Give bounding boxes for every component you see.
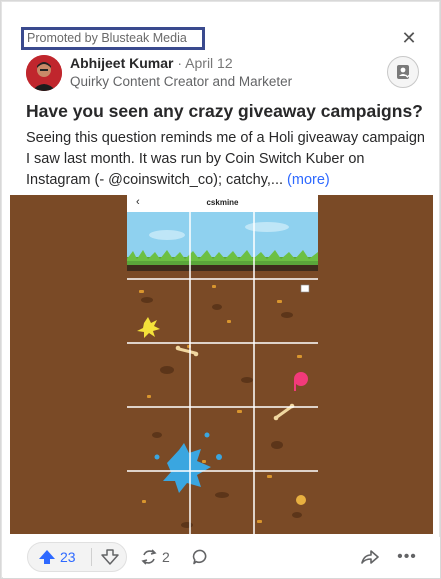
- promoted-by-label: Promoted by Blusteak Media: [21, 27, 205, 50]
- game-board-illustration: [127, 212, 318, 534]
- separator-dot: ·: [177, 55, 183, 71]
- downvote-arrow-icon: [101, 549, 119, 565]
- phone-header: ‹ cskmine: [127, 195, 318, 212]
- author-credential: Quirky Content Creator and Marketer: [70, 74, 293, 89]
- upvote-count: 23: [60, 549, 76, 565]
- post-date[interactable]: April 12: [185, 55, 232, 71]
- vote-group: 23: [27, 542, 127, 572]
- reshare-icon: [141, 549, 157, 565]
- avatar[interactable]: [26, 55, 62, 91]
- media-image[interactable]: ‹ cskmine: [10, 195, 433, 534]
- comment-icon: [192, 549, 207, 565]
- answer-preview-text: Seeing this question reminds me of a Hol…: [26, 130, 425, 188]
- reshare-button[interactable]: 2: [140, 542, 170, 572]
- reshare-count: 2: [162, 549, 170, 565]
- share-forward-icon: [361, 550, 379, 564]
- more-link[interactable]: (more): [287, 172, 330, 188]
- question-title[interactable]: Have you seen any crazy giveaway campaig…: [26, 101, 426, 121]
- downvote-button[interactable]: [94, 543, 126, 571]
- upvote-button[interactable]: 23: [28, 543, 90, 571]
- phone-screenshot: ‹ cskmine: [127, 195, 318, 534]
- phone-title: cskmine: [206, 198, 239, 207]
- follow-user-icon: [397, 65, 410, 79]
- vote-divider: [91, 548, 92, 566]
- author-line: Abhijeet Kumar · April 12: [70, 55, 233, 71]
- upvote-arrow-icon: [39, 550, 55, 564]
- answer-preview[interactable]: Seeing this question reminds me of a Hol…: [26, 128, 426, 191]
- follow-button[interactable]: [387, 56, 419, 88]
- comment-button[interactable]: [189, 542, 213, 572]
- action-bar: 23 2 •••: [3, 537, 440, 578]
- close-icon[interactable]: ✕: [400, 29, 418, 47]
- share-button[interactable]: [358, 542, 382, 572]
- avatar-photo: [26, 55, 62, 91]
- promoted-post-card: Promoted by Blusteak Media ✕ Abhijeet Ku…: [1, 1, 440, 578]
- author-name[interactable]: Abhijeet Kumar: [70, 55, 173, 71]
- more-options-button[interactable]: •••: [395, 542, 419, 572]
